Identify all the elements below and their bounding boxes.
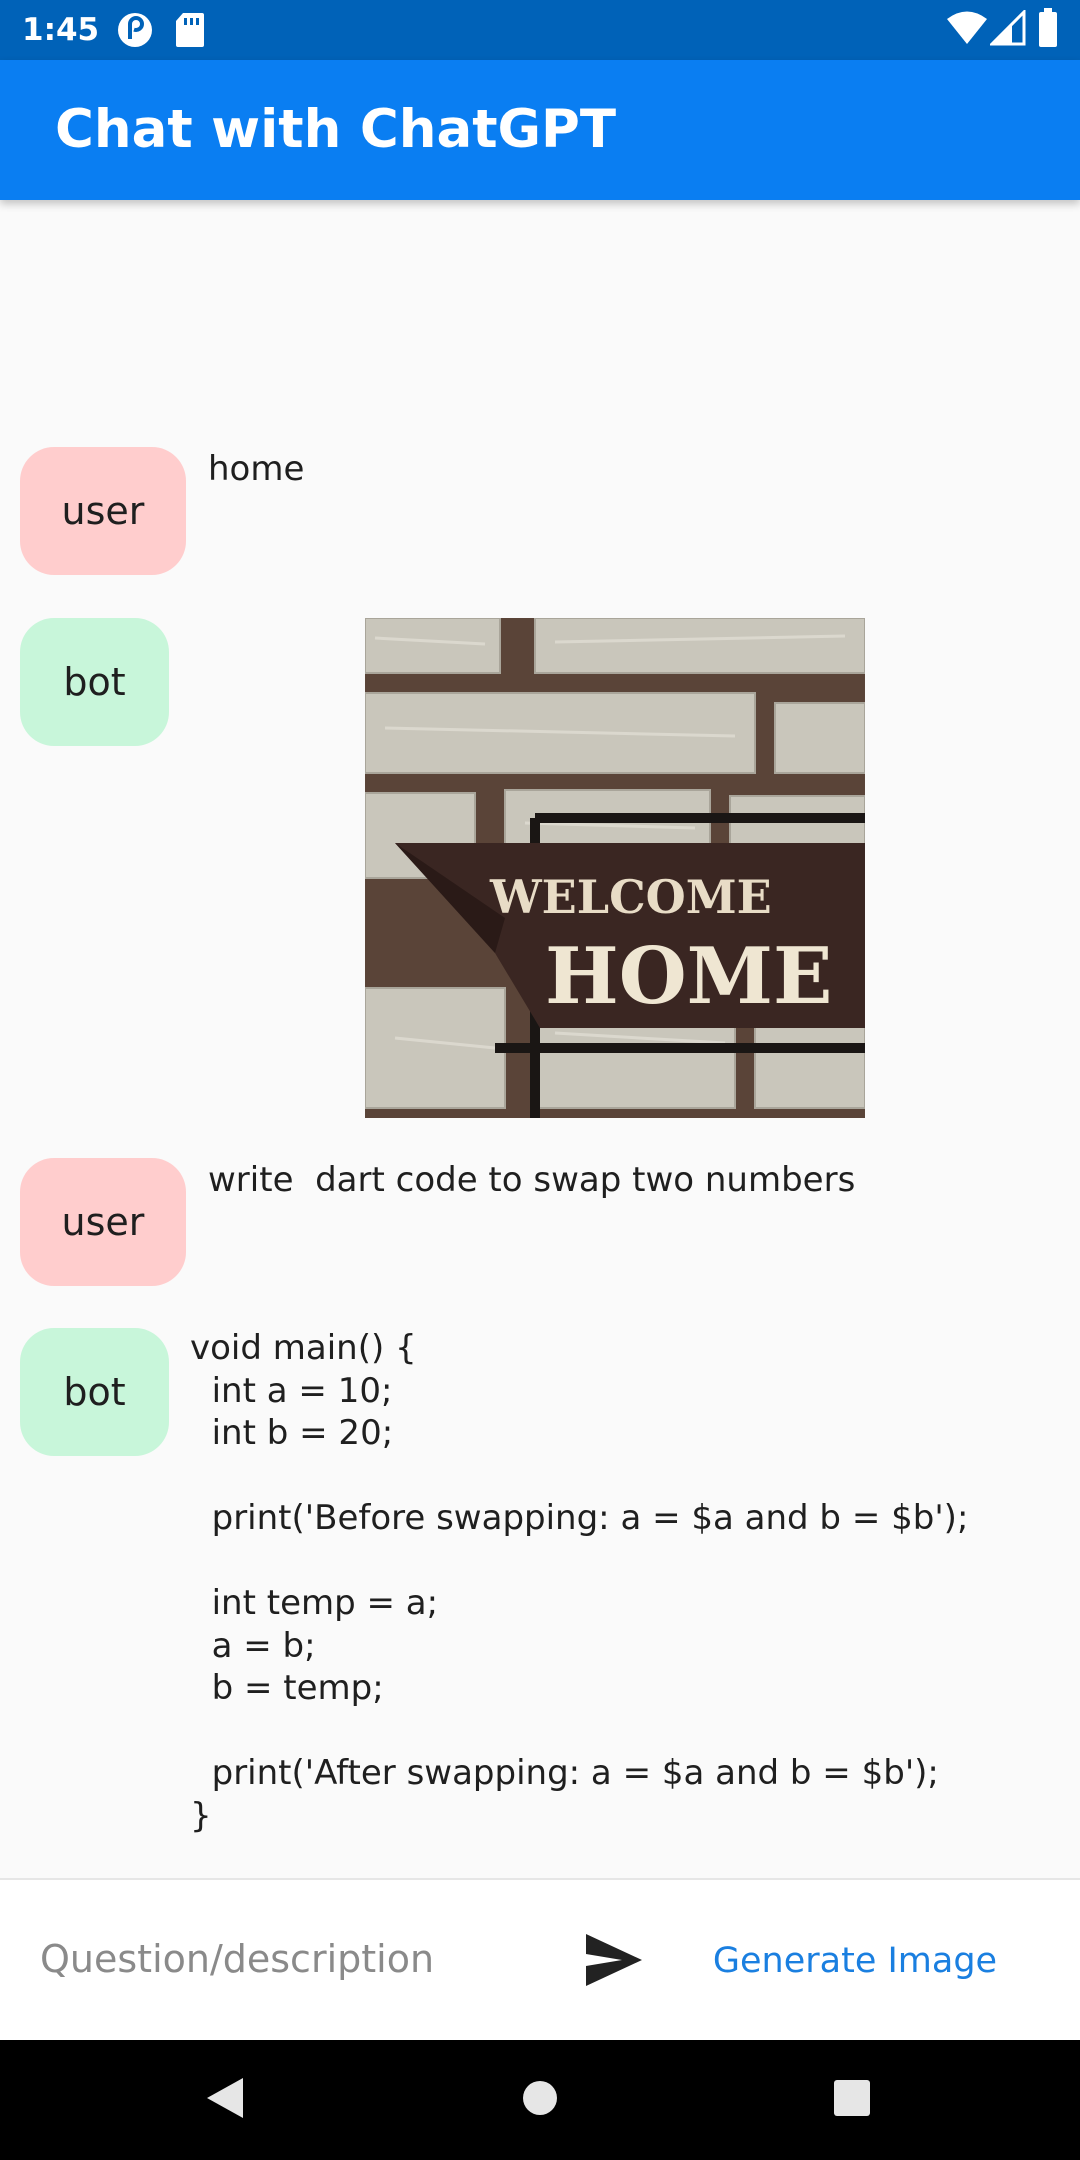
- sd-card-icon: [175, 12, 205, 52]
- pocket-casts-icon: [117, 12, 153, 52]
- app-bar: Chat with ChatGPT: [0, 60, 1080, 200]
- input-bar: Generate Image: [0, 1878, 1080, 2040]
- system-nav-bar: [0, 2040, 1080, 2160]
- generated-image[interactable]: WELCOME HOME: [365, 618, 865, 1118]
- send-button[interactable]: [582, 1930, 646, 1990]
- send-icon: [586, 1934, 642, 1986]
- battery-icon: [1038, 8, 1058, 52]
- user-role-badge: user: [20, 447, 186, 575]
- home-icon[interactable]: [522, 2076, 558, 2124]
- bot-role-badge: bot: [20, 618, 169, 746]
- status-time: 1:45: [22, 12, 100, 48]
- back-icon[interactable]: [205, 2076, 245, 2124]
- generate-image-button[interactable]: Generate Image: [700, 1926, 1010, 1996]
- user-role-badge: user: [20, 1158, 186, 1286]
- bot-message-code: void main() { int a = 10; int b = 20; pr…: [190, 1328, 969, 1836]
- recents-icon[interactable]: [833, 2076, 871, 2124]
- image-text-line-2: HOME: [545, 931, 832, 1022]
- wifi-icon: [946, 10, 988, 50]
- question-input[interactable]: [40, 1924, 540, 1994]
- bot-role-badge: bot: [20, 1328, 169, 1456]
- user-message-text: home: [208, 449, 305, 489]
- app-title: Chat with ChatGPT: [55, 99, 617, 160]
- image-text-line-1: WELCOME: [489, 870, 772, 924]
- user-message-text: write dart code to swap two numbers: [208, 1160, 856, 1200]
- cell-signal-icon: [988, 8, 1026, 50]
- status-bar: 1:45: [0, 0, 1080, 60]
